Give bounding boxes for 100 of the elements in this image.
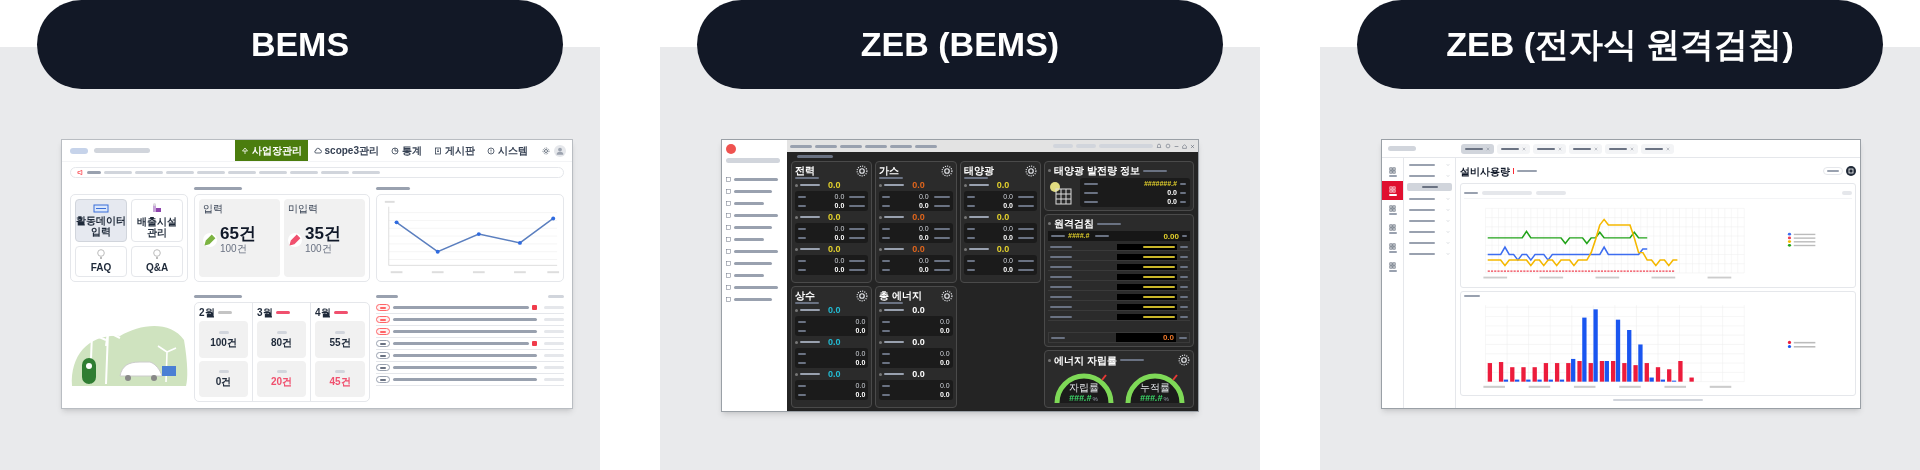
illegible-text (352, 171, 380, 174)
illegible-text (865, 144, 887, 148)
illegible-text (380, 318, 386, 321)
illegible-text (376, 294, 398, 298)
illegible-text (815, 144, 837, 148)
illegible-text (734, 261, 772, 265)
data-value: 0.0 (996, 212, 1010, 222)
factory-icon (151, 202, 163, 214)
rail-item[interactable] (1382, 181, 1403, 200)
card-title: 태양광 발전량 정보 (1054, 165, 1140, 176)
illegible-text (734, 225, 772, 229)
gauge-value: ###.# (1140, 393, 1163, 403)
illegible-text (1050, 305, 1072, 308)
menu-tile[interactable]: 배출시설 관리 (131, 199, 183, 242)
card-title: 태양광 (963, 165, 994, 176)
illegible-text (1142, 169, 1167, 172)
illegible-text (228, 171, 256, 174)
card-title: 상수 (795, 290, 816, 301)
data-value: 0.0 (912, 180, 925, 190)
illegible-text (734, 201, 764, 205)
illegible-text (1842, 190, 1852, 195)
illegible-text (734, 273, 764, 277)
tab[interactable] (1605, 143, 1638, 154)
bullet-icon (879, 308, 883, 312)
stat-value: 65건 (220, 225, 256, 243)
data-point (394, 220, 399, 225)
avatar-icon[interactable] (554, 144, 566, 157)
illegible-text (259, 171, 287, 174)
card-title: 원격검침 (1054, 218, 1094, 229)
grid-icon (1389, 242, 1396, 250)
illegible-text (1084, 182, 1098, 185)
nav-tab[interactable]: 게시판 (428, 140, 481, 161)
month-label: 4월 (315, 307, 331, 318)
stat-total: 100건 (305, 243, 333, 254)
page-title: 설비사용량 (1460, 165, 1510, 177)
data-value: 0.0 (912, 305, 925, 315)
month-label: 2월 (199, 307, 215, 318)
tab[interactable] (1461, 143, 1494, 154)
illegible-text (1573, 147, 1591, 150)
board-icon (93, 203, 109, 213)
illegible-text (1409, 252, 1435, 255)
bullet-icon (1048, 169, 1051, 172)
illegible-text (276, 330, 287, 334)
illegible-text (1409, 174, 1435, 177)
data-value: 0.0 (996, 244, 1010, 254)
count-value: 20건 (270, 376, 293, 388)
illegible-text (380, 378, 386, 381)
nav-tab[interactable]: 통계 (385, 140, 428, 161)
section-heading: ZEB (BEMS) (697, 0, 1223, 89)
illegible-text (276, 370, 287, 374)
illegible-text (1143, 295, 1175, 298)
illegible-text (1050, 265, 1072, 268)
grid-icon (1389, 223, 1396, 231)
nav-tab[interactable]: scope3관리 (307, 140, 385, 161)
bullet-icon (795, 183, 798, 187)
data-value: 0.0 (828, 337, 841, 347)
illegible-text (1388, 250, 1397, 253)
pie-chart-icon (391, 146, 399, 155)
calendar-icon[interactable] (1846, 166, 1856, 176)
submenu-item[interactable] (1407, 183, 1452, 191)
count-value: 80건 (270, 336, 293, 348)
tab[interactable] (1497, 143, 1530, 154)
nav-tab[interactable]: 시스템 (481, 140, 534, 161)
illegible-text (1609, 147, 1627, 150)
data-point (435, 249, 440, 254)
illegible-text (166, 171, 194, 174)
illegible-text (790, 144, 812, 148)
count-value: 55건 (329, 336, 351, 348)
illegible-text (1143, 265, 1175, 268)
illegible-text (104, 171, 132, 174)
illegible-text (1388, 231, 1397, 234)
gear-icon (940, 165, 953, 177)
bullet-icon (879, 247, 883, 251)
illegible-text (726, 158, 780, 163)
tab[interactable] (1569, 143, 1602, 154)
data-value: 0.0 (828, 369, 841, 379)
gear-icon (856, 290, 869, 302)
gear-icon (1178, 354, 1190, 366)
illegible-text (194, 186, 242, 190)
menu-tile[interactable]: FAQ (75, 245, 127, 277)
illegible-text (1409, 230, 1435, 233)
stat-value: 35건 (305, 225, 341, 243)
illegible-text (915, 144, 937, 148)
illegible-text (1388, 212, 1397, 215)
illegible-text (734, 213, 778, 217)
nav-tab[interactable]: 사업장관리 (234, 140, 308, 161)
tab[interactable] (1533, 143, 1566, 154)
illegible-text (1050, 255, 1072, 258)
settings-icon (1165, 143, 1171, 149)
illegible-text (1050, 315, 1072, 318)
data-value: 0.0 (912, 244, 925, 254)
menu-tile[interactable]: 활동데이터 입력 (75, 199, 127, 242)
menu-tile[interactable]: Q&A (131, 245, 183, 277)
megaphone-icon (77, 169, 84, 176)
gauge-label: 누적률 (1139, 382, 1170, 393)
illegible-text (321, 171, 349, 174)
data-value: 0.0 (828, 212, 841, 222)
illegible-text (218, 330, 229, 334)
tab[interactable] (1641, 143, 1674, 154)
illegible-text (290, 171, 318, 174)
